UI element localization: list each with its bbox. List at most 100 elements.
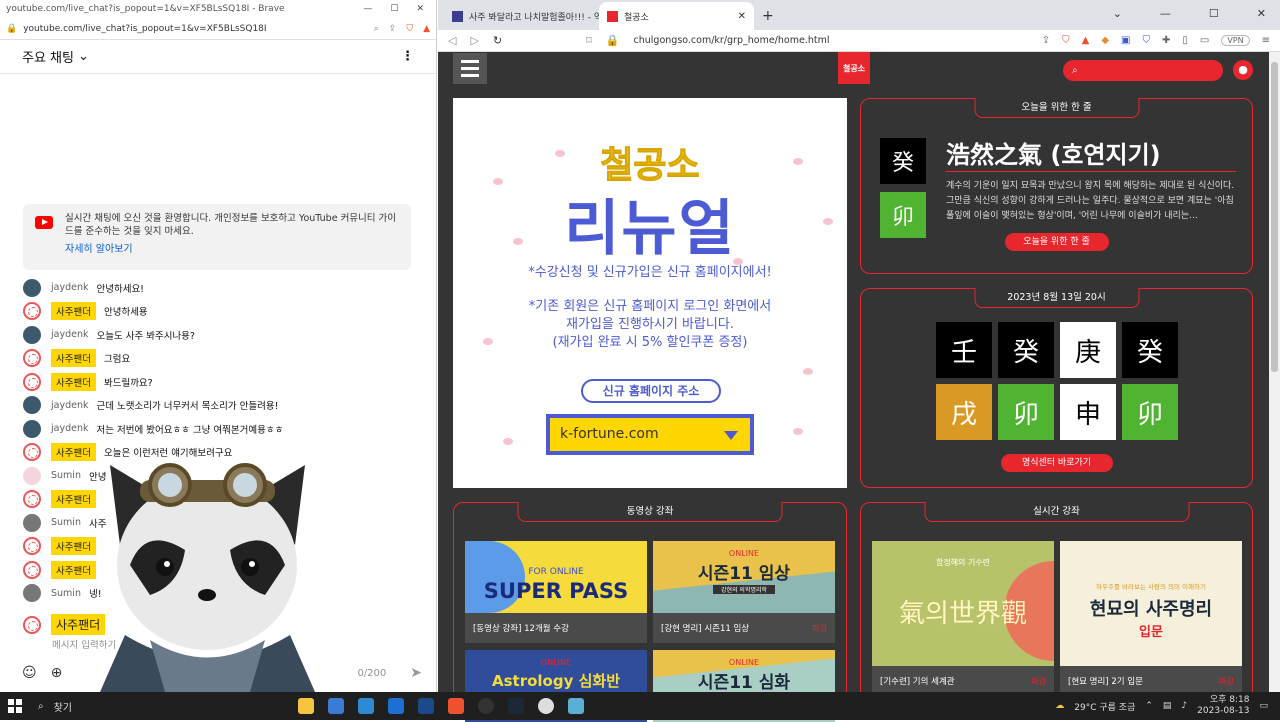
author-name[interactable]: 사주팬더 [51,537,96,556]
avatar[interactable] [23,466,41,485]
app-icon[interactable] [418,698,434,714]
site-logo[interactable]: 철공소 [838,52,870,84]
user-account-icon[interactable]: ● [1233,60,1253,80]
store-icon[interactable] [328,698,344,714]
mail-icon[interactable] [358,698,374,714]
hamburger-menu-icon[interactable] [453,53,487,84]
author-name[interactable]: Sumin [51,470,81,481]
extension-shield-icon[interactable]: ⛉ [1142,35,1150,46]
site-search-input[interactable]: ⌕ [1063,60,1223,81]
menu-icon[interactable]: ≡ [1262,35,1270,46]
avatar[interactable] [23,349,41,368]
notification-icon[interactable]: ▭ [1259,701,1268,711]
app-icon[interactable] [568,698,584,714]
share-icon[interactable]: ⇪ [389,24,397,34]
url-text[interactable]: youtube.com/live_chat?is_popout=1&v=XF5B… [23,24,266,34]
author-name[interactable]: jaydenk [51,329,88,340]
minimize-icon[interactable]: — [363,4,372,14]
brave-shield-icon[interactable]: ⛉ [406,24,413,34]
avatar[interactable] [23,278,41,297]
avatar[interactable] [23,513,41,532]
send-icon[interactable]: ➤ [410,665,422,681]
avatar[interactable] [23,396,41,415]
more-options-icon[interactable]: ⋮ [401,49,414,64]
brave-shield-icon[interactable]: ⛉ [1062,35,1070,46]
add-icon[interactable]: ⊕ [51,665,63,681]
author-name[interactable]: jaydenk [51,282,88,293]
maximize-icon[interactable]: ☐ [390,4,398,14]
obs-icon[interactable] [478,698,494,714]
brave-rewards-icon[interactable]: ▲ [423,24,430,34]
windows-start-icon[interactable] [0,699,30,713]
weather-icon[interactable]: ☁ [1055,701,1064,711]
forward-icon[interactable]: ▷ [470,34,478,47]
taskbar-search[interactable]: ⌕ 찾기 [30,699,290,714]
extensions-icon[interactable]: ✚ [1162,35,1170,46]
avatar[interactable] [23,537,41,556]
lecture-item[interactable]: 함정혜의 기수련 氣의世界觀 [기수련] 기의 세계관 마감 [872,541,1054,696]
avatar[interactable] [23,419,41,438]
bookmark-icon[interactable]: ⌑ [586,34,592,47]
myeongsik-center-button[interactable]: 명식센터 바로가기 [1000,454,1113,472]
share-icon[interactable]: ⇪ [1042,35,1050,46]
avatar[interactable] [23,372,41,391]
author-name[interactable]: 사주팬더 [51,560,96,579]
file-explorer-icon[interactable] [298,698,314,714]
author-name[interactable]: 사주팬더 [51,349,96,368]
avatar[interactable] [23,325,41,344]
translate-icon[interactable]: ▣ [1121,35,1130,46]
learn-more-link[interactable]: 자세히 알아보기 [65,243,401,256]
renewal-banner[interactable]: 철공소 리뉴얼 *수강신청 및 신규가입은 신규 홈페이지에서! *기존 회원은… [453,98,847,488]
maximize-icon[interactable]: ☐ [1209,7,1219,20]
homepage-url-dropdown[interactable]: k-fortune.com [546,414,754,455]
author-name[interactable]: 사주팬더 [51,372,96,391]
scrollbar-thumb[interactable] [1271,62,1278,372]
avatar[interactable] [23,302,41,321]
chat-mode-dropdown[interactable]: 주요 채팅 [22,47,74,66]
author-name[interactable]: jaydenk [51,423,88,434]
lecture-item[interactable]: ONLINE 시즌11 임상 강현의 의학명리학 [강현 명리] 시즌11 임상… [653,541,835,643]
close-icon[interactable]: ✕ [416,4,424,14]
today-button[interactable]: 오늘을 위한 한 줄 [1004,233,1109,251]
metamask-icon[interactable]: ◆ [1101,35,1109,46]
clock[interactable]: 오후 8:18 2023-08-13 [1197,695,1249,717]
lecture-item[interactable]: FOR ONLINE SUPER PASS [동영상 강좌] 12개월 수강 [465,541,647,643]
app-icon[interactable] [538,698,554,714]
address-bar[interactable]: 🔒 youtube.com/live_chat?is_popout=1&v=XF… [0,18,436,40]
network-icon[interactable]: ▤ [1163,701,1172,711]
avatar[interactable] [23,443,41,462]
wallet-icon[interactable]: ▭ [1200,35,1209,46]
scrollbar[interactable] [1269,52,1280,692]
chevron-down-icon[interactable]: ⌄ [78,49,89,64]
tab-chulgongso[interactable]: 철공소 ✕ [599,2,754,30]
zoom-icon[interactable]: ⌕ [374,24,379,34]
vpn-button[interactable]: VPN [1221,35,1250,46]
back-icon[interactable]: ◁ [448,34,456,47]
tab-youtube-studio[interactable]: 사주 봐달라고 나치말험졸아!!! - 역대 ✕ [444,2,599,30]
chevron-up-icon[interactable]: ⌃ [1145,701,1153,711]
new-tab-icon[interactable]: + [754,8,782,30]
speaker-icon[interactable]: ♪ [1181,701,1187,711]
brave-rewards-icon[interactable]: ▲ [1082,35,1090,46]
reload-icon[interactable]: ↻ [493,34,502,47]
close-icon[interactable]: ✕ [1257,7,1266,20]
app-icon[interactable] [388,698,404,714]
weather-text[interactable]: 29°C 구름 조금 [1074,700,1135,713]
author-name[interactable]: jaydenk [51,400,88,411]
avatar[interactable] [23,490,41,509]
steam-icon[interactable] [508,698,524,714]
author-name[interactable]: 사주팬더 [51,490,96,509]
url-text[interactable]: chulgongso.com/kr/grp_home/home.html [634,35,830,46]
avatar[interactable] [23,584,41,603]
brave-browser-icon[interactable] [448,698,464,714]
author-name[interactable]: Sumin [51,588,81,599]
author-name[interactable]: Sumin [51,517,81,528]
minimize-icon[interactable]: — [1160,7,1171,20]
sidebar-icon[interactable]: ▯ [1182,35,1188,46]
chevron-down-icon[interactable]: ⌄ [1113,7,1122,20]
close-tab-icon[interactable]: ✕ [738,11,746,22]
author-name[interactable]: 사주팬더 [51,443,96,462]
author-name[interactable]: 사주팬더 [51,302,96,321]
emoji-icon[interactable]: ☺ [22,665,37,681]
lecture-item[interactable]: 하우주를 바라보는 사람의 의미 이해하기 현묘의 사주명리 입문 [현묘 명리… [1060,541,1242,696]
